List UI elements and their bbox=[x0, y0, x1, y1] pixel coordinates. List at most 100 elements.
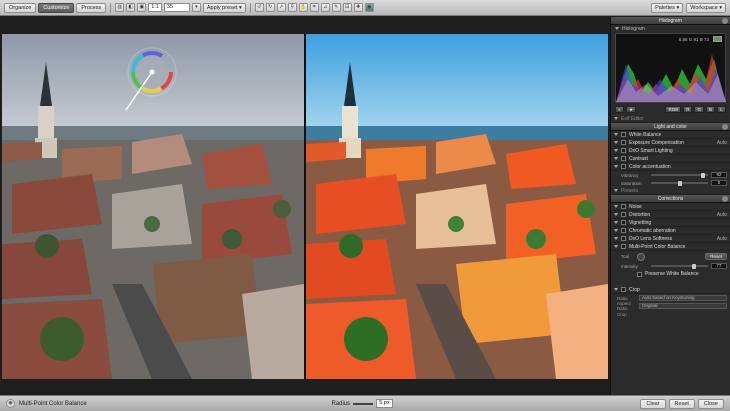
correction-row[interactable]: Multi-Point Color Balance bbox=[611, 243, 730, 251]
color-balance-icon[interactable]: ◉ bbox=[364, 3, 374, 12]
straighten-icon[interactable]: ⊿ bbox=[320, 3, 330, 12]
crop-ratio-dropdown[interactable]: Auto based on Keystoning bbox=[639, 295, 727, 301]
correction-row[interactable]: Color accentuation bbox=[611, 163, 730, 171]
crop-checkbox[interactable] bbox=[621, 287, 626, 292]
mpcb-reset-button[interactable]: Reset bbox=[705, 253, 727, 260]
close-button[interactable]: Close bbox=[697, 398, 724, 409]
palettes-dropdown[interactable]: Palettes ▾ bbox=[651, 2, 684, 13]
channel-rgb-button[interactable]: RGB bbox=[665, 105, 682, 113]
enable-checkbox[interactable] bbox=[621, 220, 626, 225]
correction-row[interactable]: Contrast bbox=[611, 155, 730, 163]
zoom-input[interactable]: 35 bbox=[163, 3, 190, 12]
vibrancy-value[interactable]: 92 bbox=[711, 172, 727, 178]
intensity-thumb[interactable] bbox=[692, 264, 697, 269]
white-balance-picker-icon[interactable]: ✎ bbox=[331, 3, 341, 12]
clear-button[interactable]: Clear bbox=[640, 398, 666, 409]
channel-b-button[interactable]: B bbox=[705, 105, 715, 113]
light-color-header[interactable]: Light and color bbox=[611, 123, 730, 131]
crop-section[interactable]: Crop bbox=[611, 286, 730, 294]
correction-row[interactable]: DxO Smart Lighting bbox=[611, 147, 730, 155]
reset-button[interactable]: Reset bbox=[668, 398, 695, 409]
horizon-icon[interactable]: ⊟ bbox=[342, 3, 352, 12]
rotate-left-icon[interactable]: ↺ bbox=[254, 3, 264, 12]
enable-checkbox[interactable] bbox=[621, 244, 626, 249]
intensity-slider[interactable] bbox=[651, 264, 708, 269]
repair-icon[interactable]: ✚ bbox=[353, 3, 363, 12]
hand-tool-icon[interactable]: ✋ bbox=[298, 3, 308, 12]
tab-process[interactable]: Process bbox=[76, 2, 107, 13]
compare-icon[interactable]: ▥ bbox=[115, 3, 125, 12]
close-icon[interactable] bbox=[722, 124, 728, 130]
zoom-ratio-button[interactable]: 1:1 bbox=[148, 3, 162, 12]
saturation-slider[interactable] bbox=[651, 181, 708, 186]
radius-value[interactable]: 5 px bbox=[376, 399, 393, 408]
enable-checkbox[interactable] bbox=[621, 228, 626, 233]
enable-checkbox[interactable] bbox=[621, 156, 626, 161]
enable-checkbox[interactable] bbox=[621, 204, 626, 209]
correction-label: Exposure Compensation bbox=[629, 139, 684, 146]
channel-l-button[interactable]: L bbox=[717, 105, 726, 113]
chevron-right-icon bbox=[614, 157, 618, 160]
correction-row[interactable]: Chromatic aberration bbox=[611, 227, 730, 235]
correction-label: Contrast bbox=[629, 155, 648, 162]
crop-title: Crop bbox=[629, 286, 640, 293]
crop-aspect-dropdown[interactable]: Original bbox=[639, 303, 727, 309]
color-picker-tool-button[interactable] bbox=[637, 252, 645, 261]
vibrancy-thumb[interactable] bbox=[700, 173, 705, 178]
crop-aspect-row: Aspect Ratio Original bbox=[611, 301, 730, 311]
pointer-icon[interactable]: ➚ bbox=[276, 3, 286, 12]
enable-checkbox[interactable] bbox=[621, 236, 626, 241]
status-bar: ◉ Multi-Point Color Balance Radius 5 px … bbox=[0, 395, 730, 411]
rotate-right-icon[interactable]: ↻ bbox=[265, 3, 275, 12]
tab-customize[interactable]: Customize bbox=[38, 2, 75, 13]
zoom-dropdown-icon[interactable]: ▾ bbox=[191, 3, 201, 12]
chevron-down-icon bbox=[614, 288, 618, 291]
presets-section[interactable]: Presets bbox=[611, 187, 730, 195]
original-image[interactable] bbox=[2, 34, 304, 379]
crop-tool-icon[interactable]: ⌗ bbox=[309, 3, 319, 12]
histogram-header[interactable]: Histogram bbox=[611, 17, 730, 25]
exif-editor-section[interactable]: Exif Editor bbox=[611, 115, 730, 123]
close-icon[interactable] bbox=[722, 18, 728, 24]
highlight-clip-icon[interactable]: ★ bbox=[626, 105, 637, 113]
intensity-value[interactable]: 77 bbox=[711, 263, 727, 269]
saturation-slider-row: Saturation 0 bbox=[611, 179, 730, 187]
enable-checkbox[interactable] bbox=[621, 212, 626, 217]
fit-screen-icon[interactable]: ▣ bbox=[137, 3, 147, 12]
chevron-down-icon bbox=[615, 27, 619, 30]
split-view-icon[interactable]: ◧ bbox=[126, 3, 136, 12]
vibrancy-slider[interactable] bbox=[651, 173, 708, 178]
shadow-clip-icon[interactable]: ◐ bbox=[615, 105, 624, 113]
correction-row[interactable]: White Balance bbox=[611, 131, 730, 139]
correction-row[interactable]: Vignetting bbox=[611, 219, 730, 227]
channel-r-button[interactable]: R bbox=[683, 105, 693, 113]
right-palette-panel: Histogram Histogram 8.86 G 91 B 73 ◐ ★ R… bbox=[610, 17, 730, 395]
tab-organize[interactable]: Organize bbox=[4, 2, 37, 13]
enable-checkbox[interactable] bbox=[621, 164, 626, 169]
apply-preset-dropdown[interactable]: Apply preset ▾ bbox=[202, 2, 246, 13]
saturation-value[interactable]: 0 bbox=[711, 180, 727, 186]
saturation-thumb[interactable] bbox=[677, 181, 682, 186]
corrections-header[interactable]: Corrections bbox=[611, 195, 730, 203]
preserve-wb-label: Preserve White Balance bbox=[645, 271, 699, 277]
zoom-tool-icon[interactable]: ⚲ bbox=[287, 3, 297, 12]
correction-row[interactable]: Exposure Compensation Auto bbox=[611, 139, 730, 147]
correction-row[interactable]: Noise bbox=[611, 203, 730, 211]
crop-hint-row: Crop bbox=[611, 310, 730, 318]
enable-checkbox[interactable] bbox=[621, 140, 626, 145]
tool-label: Tool bbox=[621, 254, 630, 259]
correction-row[interactable]: Distortion Auto bbox=[611, 211, 730, 219]
corrected-image[interactable] bbox=[306, 34, 608, 379]
enable-checkbox[interactable] bbox=[621, 148, 626, 153]
workspace-dropdown[interactable]: Workspace ▾ bbox=[686, 2, 726, 13]
histogram-section-label[interactable]: Histogram bbox=[611, 25, 730, 33]
histogram-channel-row: ◐ ★ RGB R G B L bbox=[611, 103, 730, 115]
corrections-list: Noise Distortion Auto Vignetting Chromatic a… bbox=[611, 203, 730, 251]
close-icon[interactable] bbox=[722, 196, 728, 202]
enable-checkbox[interactable] bbox=[621, 132, 626, 137]
radius-slider[interactable] bbox=[353, 402, 374, 405]
channel-g-button[interactable]: G bbox=[694, 105, 704, 113]
preserve-wb-row[interactable]: Preserve White Balance bbox=[611, 270, 730, 278]
correction-row[interactable]: DxO Lens Softness Auto bbox=[611, 235, 730, 243]
preserve-wb-checkbox[interactable] bbox=[637, 271, 642, 277]
